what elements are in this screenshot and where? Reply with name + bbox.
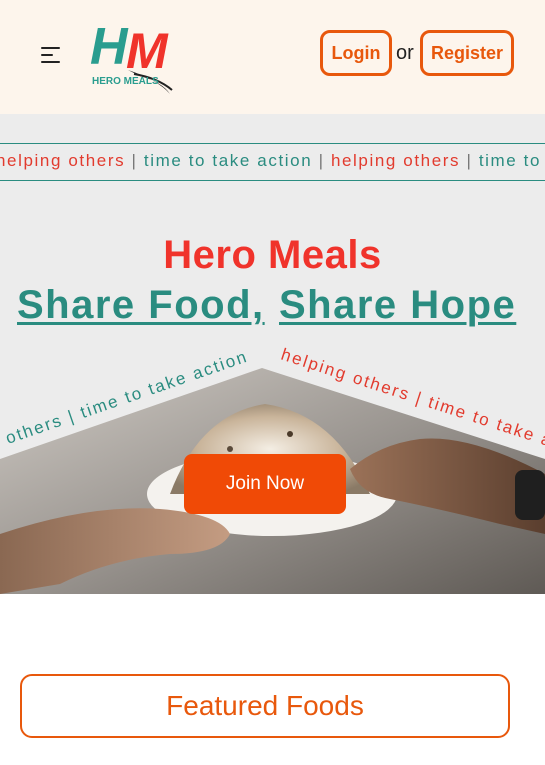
join-now-button[interactable]: Join Now <box>184 454 346 514</box>
featured-foods-heading: Featured Foods <box>20 674 510 738</box>
tagline-share-food[interactable]: Share Food, <box>17 283 265 328</box>
login-button[interactable]: Login <box>320 30 392 76</box>
tagline-share-hope[interactable]: Share Hope <box>279 283 516 328</box>
hero-section: helping others | time to take action | h… <box>0 114 545 594</box>
menu-icon[interactable] <box>38 44 64 66</box>
svg-text:M: M <box>126 23 169 79</box>
or-separator: or <box>396 42 414 64</box>
svg-text:H: H <box>90 18 129 76</box>
top-header: H M HERO MEALS Login or Register <box>0 0 545 114</box>
hero-title: Hero Meals <box>163 233 382 277</box>
register-button[interactable]: Register <box>420 30 514 76</box>
hero-meals-logo[interactable]: H M HERO MEALS <box>88 14 180 96</box>
logo-wordmark: HERO MEALS <box>92 76 159 87</box>
hero-food-photo: others | time to take action helping oth… <box>0 345 545 594</box>
